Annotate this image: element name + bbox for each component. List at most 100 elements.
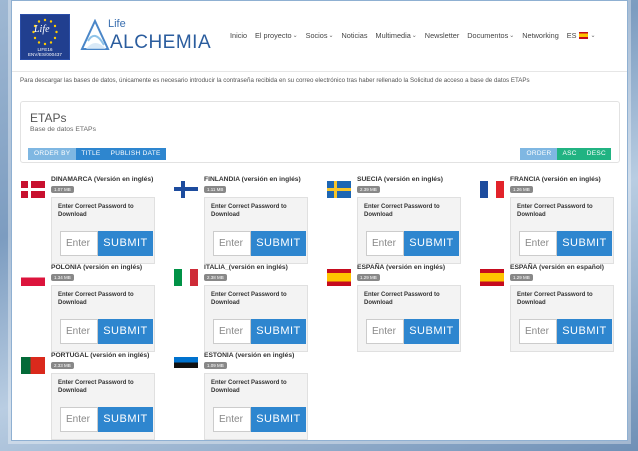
password-message: Enter Correct Password to Download bbox=[211, 204, 287, 218]
file-size-badge: 1.07 MB bbox=[51, 186, 74, 193]
chevron-down-icon: ⌄ bbox=[509, 33, 515, 39]
denmark-flag-icon bbox=[21, 181, 45, 198]
password-input[interactable]: Enter bbox=[519, 231, 557, 256]
etap-title[interactable]: ESPAÑA (versión en español) bbox=[510, 264, 604, 271]
etap-title[interactable]: SUECIA (versión en inglés) bbox=[357, 176, 443, 183]
submit-button[interactable]: SUBMIT bbox=[98, 407, 153, 432]
password-message: Enter Correct Password to Download bbox=[364, 292, 440, 306]
submit-button[interactable]: SUBMIT bbox=[557, 319, 612, 344]
file-size-badge: 1.09 MB bbox=[204, 362, 227, 369]
order-by-date-button[interactable]: PUBLISH DATE bbox=[105, 148, 166, 160]
password-message: Enter Correct Password to Download bbox=[211, 292, 287, 306]
password-input[interactable]: Enter bbox=[213, 231, 251, 256]
etaps-subtitle: Base de datos ETAPs bbox=[30, 126, 96, 133]
intro-text: Para descargar las bases de datos, única… bbox=[20, 77, 530, 84]
nav-inicio[interactable]: Inicio bbox=[230, 31, 247, 40]
nav-multimedia[interactable]: Multimedia ⌄ bbox=[375, 31, 416, 40]
password-input[interactable]: Enter bbox=[366, 231, 404, 256]
etap-title[interactable]: PORTUGAL (versión en inglés) bbox=[51, 352, 149, 359]
etap-title[interactable]: ESPAÑA (versión en inglés) bbox=[357, 264, 445, 271]
order-asc-button[interactable]: ASC bbox=[557, 148, 582, 160]
etap-title[interactable]: DINAMARCA (Versión en inglés) bbox=[51, 176, 153, 183]
page: Life LIFE16 ENV/ES/000437 Life ALCHEMIA … bbox=[11, 0, 628, 441]
password-message: Enter Correct Password to Download bbox=[211, 380, 287, 394]
language-selector[interactable]: ES ⌄ bbox=[567, 31, 596, 40]
file-size-badge: 1.11 MB bbox=[204, 186, 227, 193]
etap-title[interactable]: FRANCIA (versión en inglés) bbox=[510, 176, 601, 183]
file-size-badge: 1.34 MB bbox=[51, 274, 74, 281]
nav-el-proyecto[interactable]: El proyecto ⌄ bbox=[255, 31, 298, 40]
sweden-flag-icon bbox=[327, 181, 351, 198]
poland-flag-icon bbox=[21, 269, 45, 286]
order-desc-button[interactable]: DESC bbox=[581, 148, 611, 160]
submit-button[interactable]: SUBMIT bbox=[251, 407, 306, 432]
spain-flag-icon bbox=[480, 269, 504, 286]
password-box: Enter Correct Password to Download Enter… bbox=[51, 197, 155, 264]
italy-flag-icon bbox=[174, 269, 198, 286]
brand-small: Life bbox=[108, 18, 126, 30]
password-input[interactable]: Enter bbox=[366, 319, 404, 344]
password-box: Enter Correct Password to Download Enter… bbox=[51, 373, 155, 440]
password-input[interactable]: Enter bbox=[519, 319, 557, 344]
nav-documentos[interactable]: Documentos ⌄ bbox=[467, 31, 514, 40]
chevron-down-icon: ⌄ bbox=[292, 33, 298, 39]
submit-button[interactable]: SUBMIT bbox=[98, 231, 153, 256]
etap-title[interactable]: ITALIA_(versión en inglés) bbox=[204, 264, 288, 271]
password-message: Enter Correct Password to Download bbox=[58, 380, 134, 394]
submit-button[interactable]: SUBMIT bbox=[404, 231, 459, 256]
order-by-title-button[interactable]: TITLE bbox=[76, 148, 106, 160]
etaps-panel: ETAPs Base de datos ETAPs ORDER BY TITLE… bbox=[20, 101, 620, 163]
password-box: Enter Correct Password to Download Enter… bbox=[204, 285, 308, 352]
chevron-down-icon: ⌄ bbox=[328, 33, 334, 39]
password-message: Enter Correct Password to Download bbox=[517, 204, 593, 218]
alchemia-logo[interactable]: Life ALCHEMIA bbox=[78, 15, 211, 57]
estonia-flag-icon bbox=[174, 357, 198, 374]
france-flag-icon bbox=[480, 181, 504, 198]
file-size-badge: 2.39 MB bbox=[357, 186, 380, 193]
file-size-badge: 1.29 MB bbox=[510, 274, 533, 281]
password-box: Enter Correct Password to Download Enter… bbox=[510, 197, 614, 264]
nav-noticias[interactable]: Noticias bbox=[342, 31, 368, 40]
order-by-bar: ORDER BY TITLE PUBLISH DATE bbox=[28, 148, 166, 160]
submit-button[interactable]: SUBMIT bbox=[404, 319, 459, 344]
chevron-down-icon: ⌄ bbox=[411, 33, 417, 39]
site-header: Life LIFE16 ENV/ES/000437 Life ALCHEMIA … bbox=[12, 1, 627, 67]
order-by-label: ORDER BY bbox=[28, 148, 77, 160]
password-input[interactable]: Enter bbox=[60, 319, 98, 344]
password-message: Enter Correct Password to Download bbox=[364, 204, 440, 218]
password-input[interactable]: Enter bbox=[60, 231, 98, 256]
finland-flag-icon bbox=[174, 181, 198, 198]
eu-life-logo[interactable]: Life LIFE16 ENV/ES/000437 bbox=[20, 14, 70, 60]
order-label: ORDER bbox=[520, 148, 558, 160]
password-box: Enter Correct Password to Download Enter… bbox=[204, 197, 308, 264]
eu-logo-text: Life bbox=[34, 24, 50, 35]
spain-flag-icon bbox=[327, 269, 351, 286]
etap-title[interactable]: ESTONIA (versión en inglés) bbox=[204, 352, 294, 359]
password-message: Enter Correct Password to Download bbox=[58, 204, 134, 218]
nav-newsletter[interactable]: Newsletter bbox=[425, 31, 459, 40]
password-message: Enter Correct Password to Download bbox=[517, 292, 593, 306]
submit-button[interactable]: SUBMIT bbox=[557, 231, 612, 256]
password-input[interactable]: Enter bbox=[60, 407, 98, 432]
order-bar: ORDER ASC DESC bbox=[520, 148, 611, 160]
password-box: Enter Correct Password to Download Enter… bbox=[357, 197, 461, 264]
password-input[interactable]: Enter bbox=[213, 319, 251, 344]
password-input[interactable]: Enter bbox=[213, 407, 251, 432]
file-size-badge: 1.26 MB bbox=[510, 186, 533, 193]
submit-button[interactable]: SUBMIT bbox=[98, 319, 153, 344]
divider bbox=[12, 71, 627, 72]
submit-button[interactable]: SUBMIT bbox=[251, 231, 306, 256]
password-message: Enter Correct Password to Download bbox=[58, 292, 134, 306]
etaps-title: ETAPs bbox=[30, 111, 67, 125]
etap-title[interactable]: FINLANDIA (versión en inglés) bbox=[204, 176, 301, 183]
chevron-down-icon: ⌄ bbox=[590, 33, 596, 39]
file-size-badge: 2.33 MB bbox=[51, 362, 74, 369]
submit-button[interactable]: SUBMIT bbox=[251, 319, 306, 344]
main-nav: Inicio El proyecto ⌄ Socios ⌄ Noticias Mul… bbox=[230, 31, 596, 40]
spain-flag-icon bbox=[578, 32, 588, 39]
etap-title[interactable]: POLONIA (versión en inglés) bbox=[51, 264, 142, 271]
brand-name: ALCHEMIA bbox=[110, 32, 212, 53]
nav-socios[interactable]: Socios ⌄ bbox=[306, 31, 334, 40]
nav-networking[interactable]: Networking bbox=[522, 31, 559, 40]
eu-logo-code: LIFE16 ENV/ES/000437 bbox=[27, 47, 63, 57]
